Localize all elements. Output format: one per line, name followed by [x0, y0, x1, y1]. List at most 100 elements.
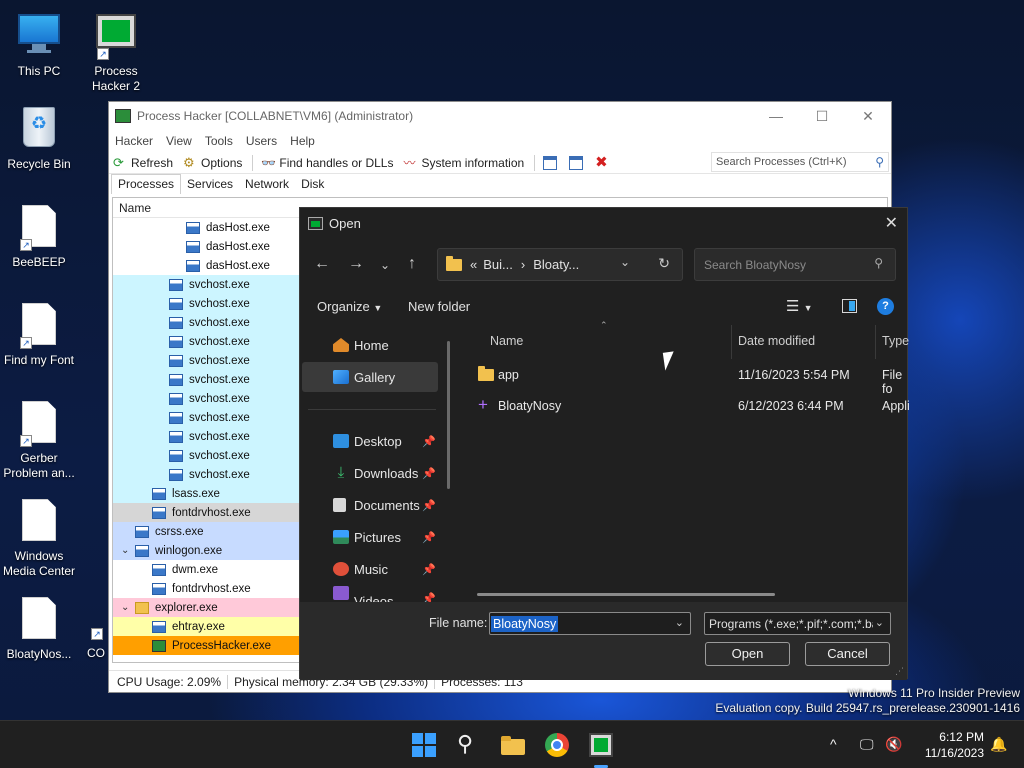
breadcrumb-item-bloaty[interactable]: Bloaty...: [533, 257, 579, 272]
start-button[interactable]: [412, 733, 436, 757]
process-row[interactable]: dwm.exe: [113, 560, 301, 579]
up-arrow-icon[interactable]: ↑: [408, 255, 416, 273]
column-divider[interactable]: [731, 325, 732, 359]
resize-grip-icon[interactable]: ⋰: [895, 666, 904, 677]
nav-item-home[interactable]: Home: [302, 330, 438, 360]
process-row[interactable]: svchost.exe: [113, 465, 301, 484]
forward-arrow-icon[interactable]: →: [348, 255, 364, 273]
tab-disk[interactable]: Disk: [295, 175, 330, 194]
process-row[interactable]: dasHost.exe: [113, 256, 301, 275]
help-icon[interactable]: ?: [877, 298, 894, 315]
open-button[interactable]: Open: [705, 642, 790, 666]
desktop-icon-windows-media-center[interactable]: Windows Media Center: [0, 499, 78, 579]
desktop-icon-beebeep[interactable]: ↗ BeeBEEP: [0, 205, 78, 270]
menu-view[interactable]: View: [166, 134, 192, 148]
pin-icon[interactable]: 📌: [422, 435, 436, 448]
recent-locations-chevron-icon[interactable]: ⌄: [380, 258, 390, 272]
desktop-icon-this-pc[interactable]: This PC: [0, 10, 78, 79]
cancel-button[interactable]: Cancel: [805, 642, 890, 666]
system-clock[interactable]: 6:12 PM 11/16/2023: [925, 729, 984, 761]
process-row[interactable]: fontdrvhost.exe: [113, 503, 301, 522]
process-row[interactable]: dasHost.exe: [113, 237, 301, 256]
refresh-icon[interactable]: ↻: [658, 255, 670, 272]
process-row[interactable]: dasHost.exe: [113, 218, 301, 237]
minimize-icon[interactable]: —: [753, 108, 799, 124]
pin-icon[interactable]: 📌: [422, 467, 436, 480]
desktop-icon-process-hacker[interactable]: ↗ Process Hacker 2: [77, 10, 155, 94]
desktop-icon-partial[interactable]: ↗ CO: [82, 628, 110, 661]
search-icon[interactable]: ⚲: [457, 733, 481, 757]
breadcrumb-item-build[interactable]: Bui...: [483, 257, 513, 272]
system-information-button[interactable]: 〰 System information: [403, 156, 524, 170]
desktop-icon-recycle-bin[interactable]: Recycle Bin: [0, 107, 78, 172]
process-row[interactable]: lsass.exe: [113, 484, 301, 503]
process-row[interactable]: svchost.exe: [113, 275, 301, 294]
volume-muted-icon[interactable]: 🔇: [885, 736, 902, 753]
network-icon[interactable]: 🖵: [860, 736, 874, 753]
nav-item-videos[interactable]: Videos 📌: [302, 586, 438, 602]
tab-services[interactable]: Services: [181, 175, 239, 194]
process-row[interactable]: fontdrvhost.exe: [113, 579, 301, 598]
process-row[interactable]: ⌄ winlogon.exe: [113, 541, 301, 560]
desktop-icon-gerber[interactable]: ↗ Gerber Problem an...: [0, 401, 78, 481]
desktop-icon-find-my-font[interactable]: ↗ Find my Font: [0, 303, 78, 368]
process-row[interactable]: ProcessHacker.exe: [113, 636, 301, 655]
breadcrumb-overflow[interactable]: «: [470, 257, 477, 272]
file-name-input[interactable]: BloatyNosy ⌄: [489, 612, 691, 635]
nav-item-documents[interactable]: Documents 📌: [302, 490, 438, 520]
column-header-type[interactable]: Type: [882, 334, 909, 354]
process-search-input[interactable]: Search Processes (Ctrl+K) ⚲: [711, 152, 889, 172]
filelist-hscrollbar[interactable]: [477, 593, 775, 596]
navpane-scrollbar[interactable]: [447, 341, 450, 489]
column-header-date-modified[interactable]: Date modified: [738, 334, 815, 354]
process-row[interactable]: csrss.exe: [113, 522, 301, 541]
file-explorer-icon[interactable]: [501, 733, 525, 757]
process-row[interactable]: svchost.exe: [113, 446, 301, 465]
address-bar[interactable]: « Bui... › Bloaty... ⌄ ↻: [437, 248, 683, 281]
folder-search-input[interactable]: Search BloatyNosy ⚲: [694, 248, 896, 281]
new-folder-button[interactable]: New folder: [408, 299, 470, 314]
menu-tools[interactable]: Tools: [205, 134, 233, 148]
close-icon[interactable]: ✕: [845, 108, 891, 125]
close-icon[interactable]: ✕: [885, 213, 898, 233]
chrome-icon[interactable]: [545, 733, 569, 757]
tab-network[interactable]: Network: [239, 175, 295, 194]
preview-pane-icon[interactable]: [842, 299, 857, 313]
column-header-name[interactable]: Name: [490, 334, 523, 354]
process-row[interactable]: svchost.exe: [113, 332, 301, 351]
process-row[interactable]: svchost.exe: [113, 389, 301, 408]
pin-icon[interactable]: 📌: [422, 592, 436, 602]
file-row-app[interactable]: app 11/16/2023 5:54 PM File fo: [458, 360, 909, 396]
window-button[interactable]: [543, 155, 561, 170]
organize-button[interactable]: Organize ▼: [317, 299, 382, 314]
ph-titlebar[interactable]: Process Hacker [COLLABNET\VM6] (Administ…: [109, 102, 891, 130]
process-row[interactable]: ehtray.exe: [113, 617, 301, 636]
back-arrow-icon[interactable]: ←: [314, 255, 330, 273]
process-row[interactable]: svchost.exe: [113, 351, 301, 370]
process-hacker-taskbar-icon[interactable]: [589, 733, 613, 757]
nav-item-music[interactable]: Music 📌: [302, 554, 438, 584]
chevron-down-icon[interactable]: ⌄: [675, 616, 684, 629]
address-dropdown-icon[interactable]: ⌄: [620, 255, 630, 269]
options-button[interactable]: ⚙ Options: [183, 155, 242, 170]
process-row[interactable]: svchost.exe: [113, 370, 301, 389]
pin-icon[interactable]: 📌: [422, 531, 436, 544]
menu-hacker[interactable]: Hacker: [115, 134, 153, 148]
column-divider[interactable]: [875, 325, 876, 359]
process-row[interactable]: svchost.exe: [113, 294, 301, 313]
tab-processes[interactable]: Processes: [111, 174, 182, 194]
pin-icon[interactable]: 📌: [422, 499, 436, 512]
expand-chevron-icon[interactable]: ⌄: [121, 602, 129, 613]
process-row[interactable]: svchost.exe: [113, 313, 301, 332]
file-type-filter-select[interactable]: Programs (*.exe;*.pif;*.com;*.bat ⌄: [704, 612, 891, 635]
view-options-icon[interactable]: ☰ ▼: [786, 297, 813, 315]
menu-users[interactable]: Users: [246, 134, 277, 148]
process-row[interactable]: ⌄ explorer.exe: [113, 598, 301, 617]
find-handles-button[interactable]: 👓 Find handles or DLLs: [261, 156, 393, 170]
refresh-button[interactable]: ⟳ Refresh: [113, 155, 173, 170]
pin-icon[interactable]: 📌: [422, 563, 436, 576]
nav-item-pictures[interactable]: Pictures 📌: [302, 522, 438, 552]
dialog-titlebar[interactable]: Open ✕: [300, 208, 907, 238]
window-find-button[interactable]: [569, 155, 587, 170]
nav-item-downloads[interactable]: ⤓ Downloads 📌: [302, 458, 438, 488]
